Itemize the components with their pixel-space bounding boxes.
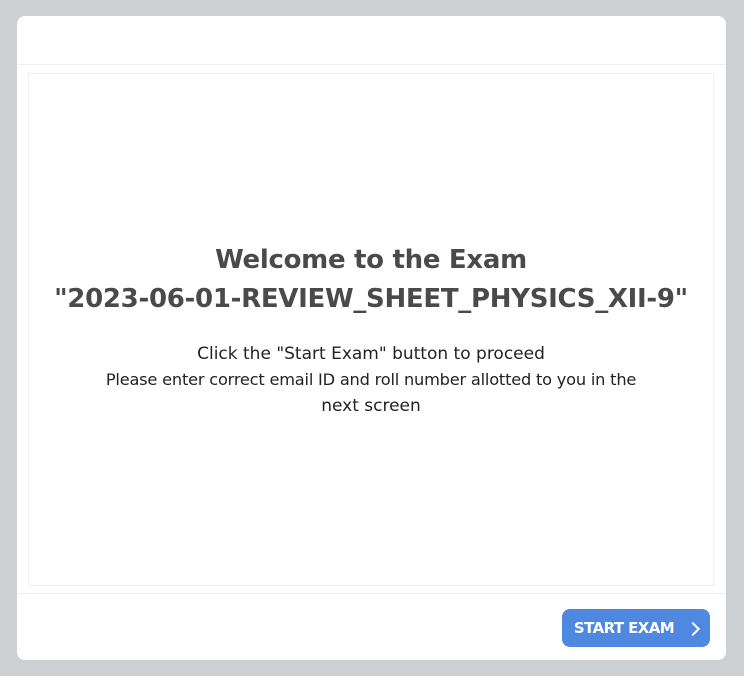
- exam-welcome-card: Welcome to the Exam "2023-06-01-REVIEW_S…: [17, 16, 726, 660]
- exam-title: Welcome to the Exam "2023-06-01-REVIEW_S…: [54, 241, 688, 319]
- start-exam-label: START EXAM: [573, 619, 675, 637]
- card-footer: START EXAM: [17, 593, 726, 660]
- chevron-right-icon: [686, 621, 701, 636]
- start-exam-button[interactable]: START EXAM: [562, 609, 710, 647]
- instruction-credentials: Please enter correct email ID and roll n…: [105, 369, 637, 389]
- welcome-panel: Welcome to the Exam "2023-06-01-REVIEW_S…: [28, 73, 714, 586]
- card-header: [17, 16, 726, 65]
- exam-instructions: Click the "Start Exam" button to proceed…: [71, 341, 671, 419]
- exam-title-welcome: Welcome to the Exam: [215, 244, 527, 275]
- instruction-next-screen: next screen: [321, 395, 421, 416]
- instruction-start: Click the "Start Exam" button to proceed: [197, 343, 545, 364]
- exam-title-name: "2023-06-01-REVIEW_SHEET_PHYSICS_XII-9": [54, 283, 688, 314]
